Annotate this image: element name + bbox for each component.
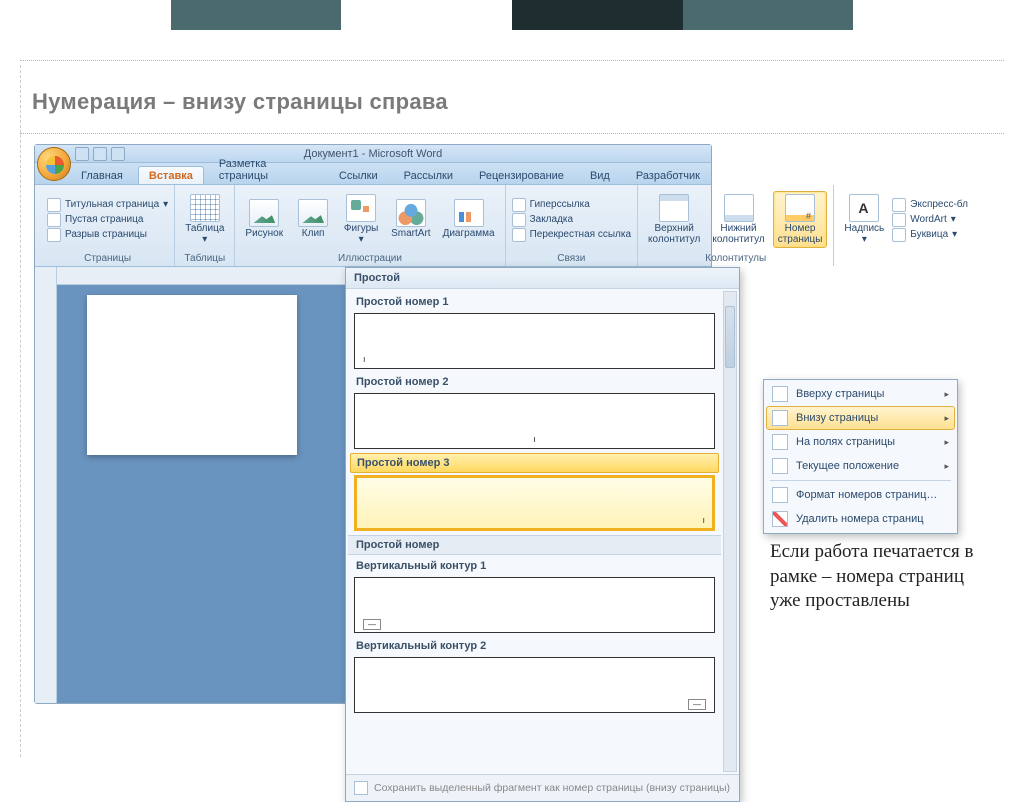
blank-page-button[interactable]: Пустая страница [47, 213, 168, 227]
preview-num-marker: — [688, 699, 706, 710]
clipart-icon [298, 199, 328, 227]
gallery-opt-simple-2[interactable]: Простой номер 2 ı [350, 373, 719, 449]
preview-num-marker: — [363, 619, 381, 630]
gallery-scrollbar[interactable] [723, 291, 737, 772]
gallery-save-selection[interactable]: Сохранить выделенный фрагмент как номер … [346, 774, 739, 801]
tab-mailings[interactable]: Рассылки [393, 166, 464, 184]
clip-button[interactable]: Клип [291, 197, 335, 242]
gallery-opt-simple-1[interactable]: Простой номер 1 ı [350, 293, 719, 369]
crossref-button[interactable]: Перекрестная ссылка [512, 228, 631, 242]
submenu-page-margins[interactable]: На полях страницы▸ [766, 430, 955, 454]
group-pages-label: Страницы [47, 252, 168, 266]
submenu-bottom-of-page[interactable]: Внизу страницы▸ [766, 406, 955, 430]
gallery-section-simple: Простой [346, 268, 739, 289]
page-margin-icon [772, 434, 788, 450]
quick-access-toolbar[interactable] [75, 147, 125, 161]
group-links-label: Связи [512, 252, 631, 266]
tab-home[interactable]: Главная [70, 166, 134, 184]
word-screenshot: Документ1 - Microsoft Word Главная Встав… [34, 144, 712, 704]
preview-num-marker: ı [363, 354, 366, 364]
tab-review[interactable]: Рецензирование [468, 166, 575, 184]
picture-button[interactable]: Рисунок [241, 197, 287, 242]
shapes-icon [346, 194, 376, 222]
group-tables: Таблица▾ Таблицы [175, 185, 235, 266]
group-text: Надпись▾ Экспресс-бл WordArt ▾ Буквица ▾ [834, 185, 974, 266]
preview-num-marker: ı [702, 515, 705, 525]
shapes-button[interactable]: Фигуры▾ [339, 192, 383, 247]
hyperlink-button[interactable]: Гиперссылка [512, 198, 631, 212]
gallery-opt-simple-3[interactable]: Простой номер 3 ı [350, 453, 719, 531]
page-top-icon [772, 386, 788, 402]
header-button[interactable]: Верхний колонтитул [644, 192, 704, 247]
qat-save-icon[interactable] [75, 147, 89, 161]
page-number-button[interactable]: Номер страницы [773, 191, 828, 248]
tab-references[interactable]: Ссылки [328, 166, 389, 184]
textbox-button[interactable]: Надпись▾ [840, 192, 888, 247]
vertical-ruler [35, 267, 57, 703]
window-title: Документ1 - Microsoft Word [35, 145, 711, 163]
page-current-icon [772, 458, 788, 474]
save-icon [354, 781, 368, 795]
slide-guide-vertical [20, 65, 21, 757]
tab-insert[interactable]: Вставка [138, 166, 204, 184]
slide-accent-bar [0, 0, 1024, 30]
group-illus-label: Иллюстрации [241, 252, 498, 266]
group-pages: Титульная страница ▾ Пустая страница Раз… [41, 185, 175, 266]
document-page[interactable] [87, 295, 297, 455]
wordart-button[interactable]: WordArt ▾ [892, 213, 968, 227]
smartart-button[interactable]: SmartArt [387, 197, 434, 242]
chart-icon [454, 199, 484, 227]
page-bottom-icon [772, 410, 788, 426]
qat-redo-icon[interactable] [111, 147, 125, 161]
smartart-icon [396, 199, 426, 227]
group-tables-label: Таблицы [181, 252, 228, 266]
delete-icon [772, 511, 788, 527]
ribbon-body: Титульная страница ▾ Пустая страница Раз… [35, 185, 711, 267]
footer-button[interactable]: Нижний колонтитул [708, 192, 768, 247]
qat-undo-icon[interactable] [93, 147, 107, 161]
bookmark-button[interactable]: Закладка [512, 213, 631, 227]
textbox-icon [849, 194, 879, 222]
preview-num-marker: ı [533, 434, 536, 444]
office-button[interactable] [37, 147, 71, 181]
footer-icon [724, 194, 754, 222]
tab-view[interactable]: Вид [579, 166, 621, 184]
group-text-label [840, 252, 968, 266]
table-button[interactable]: Таблица▾ [181, 192, 228, 247]
pagenum-gallery-dropdown: Простой Простой номер 1 ı Простой номер … [345, 267, 740, 802]
submenu-top-of-page[interactable]: Вверху страницы▸ [766, 382, 955, 406]
cover-page-button[interactable]: Титульная страница ▾ [47, 198, 168, 212]
slide-note-text: Если работа печатается в рамке – номера … [770, 540, 990, 614]
dropcap-button[interactable]: Буквица ▾ [892, 228, 968, 242]
slide-divider-under-title [20, 133, 1004, 134]
picture-icon [249, 199, 279, 227]
format-icon [772, 487, 788, 503]
gallery-section-simple2: Простой номер [348, 535, 721, 555]
submenu-format-numbers[interactable]: Формат номеров страниц… [766, 483, 955, 507]
gallery-opt-vcontour-2[interactable]: Вертикальный контур 2 — [350, 637, 719, 713]
tab-layout[interactable]: Разметка страницы [208, 154, 324, 184]
group-illustrations: Рисунок Клип Фигуры▾ SmartArt Диаграмма … [235, 185, 505, 266]
quickparts-button[interactable]: Экспресс-бл [892, 198, 968, 212]
header-icon [659, 194, 689, 222]
ribbon-tabs: Главная Вставка Разметка страницы Ссылки… [35, 163, 711, 185]
table-icon [190, 194, 220, 222]
group-hf-label: Колонтитулы [644, 252, 827, 266]
submenu-remove-numbers[interactable]: Удалить номера страниц [766, 507, 955, 531]
gallery-opt-vcontour-1[interactable]: Вертикальный контур 1 — [350, 557, 719, 633]
group-links: Гиперссылка Закладка Перекрестная ссылка… [506, 185, 638, 266]
chart-button[interactable]: Диаграмма [439, 197, 499, 242]
submenu-current-position[interactable]: Текущее положение▸ [766, 454, 955, 478]
page-break-button[interactable]: Разрыв страницы [47, 228, 168, 242]
tab-developer[interactable]: Разработчик [625, 166, 711, 184]
slide-title: Нумерация – внизу страницы справа [0, 61, 1024, 133]
group-header-footer: Верхний колонтитул Нижний колонтитул Ном… [638, 185, 834, 266]
pagenum-submenu: Вверху страницы▸ Внизу страницы▸ На поля… [763, 379, 958, 534]
pagenum-icon [785, 194, 815, 222]
